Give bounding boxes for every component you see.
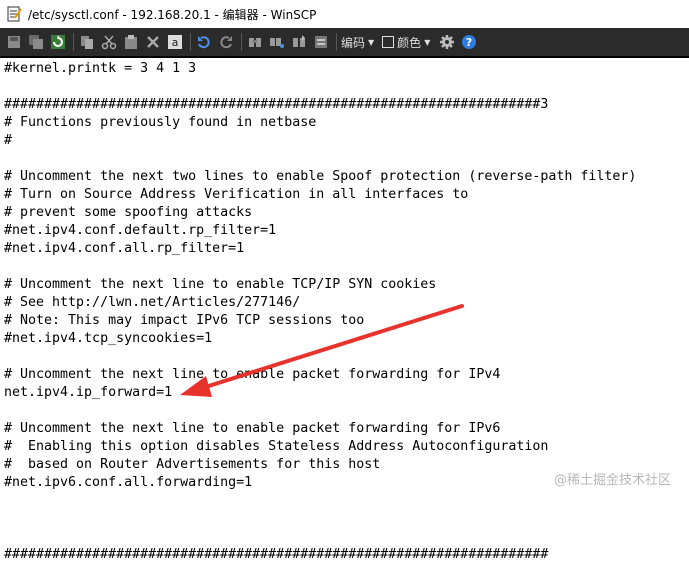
watermark: @稀土掘金技术社区 (553, 473, 671, 488)
